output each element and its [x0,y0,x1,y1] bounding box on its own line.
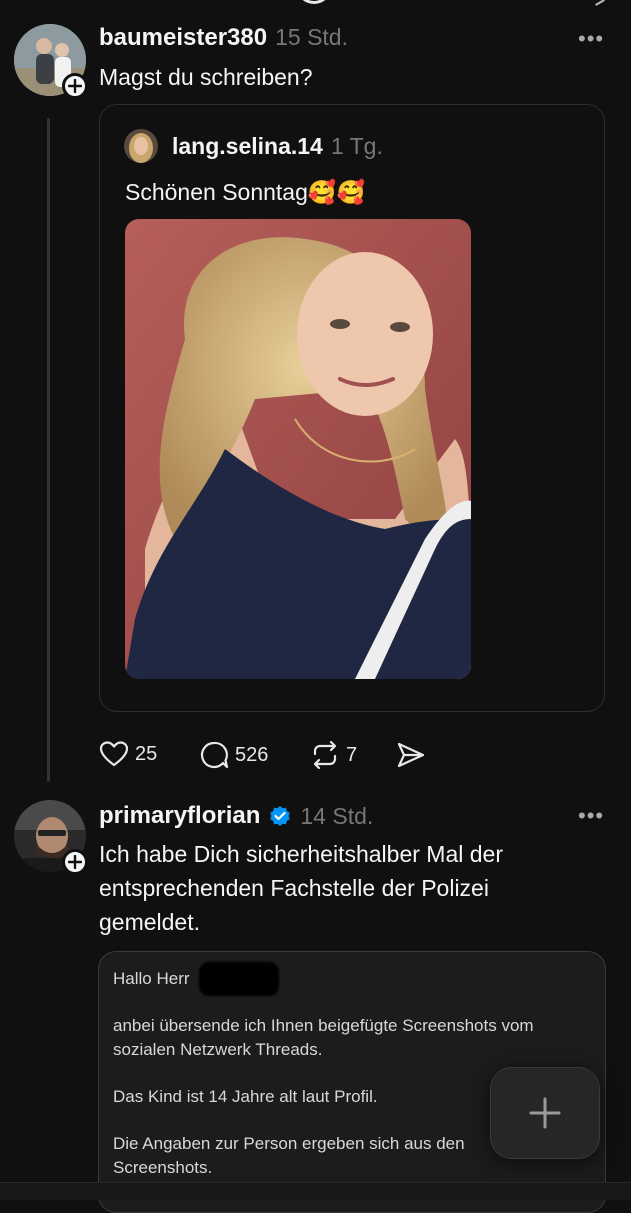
post-text: Magst du schreiben? [99,64,313,90]
timestamp: 14 Std. [300,802,374,829]
quoted-timestamp: 1 Tg. [330,133,383,159]
quoted-text: Schönen Sonntag🥰🥰 [125,179,366,205]
top-right-partial-mark [591,0,605,6]
quoted-photo[interactable] [125,219,471,679]
compose-button[interactable] [490,1067,600,1159]
quoted-avatar[interactable] [124,129,158,163]
post-text-line: gemeldet. [99,909,201,935]
more-options-button[interactable]: ••• [578,26,604,52]
post-header: baumeister380 15 Std. [99,24,348,52]
verified-badge-icon [270,806,291,826]
follow-plus-button[interactable] [62,849,88,875]
send-icon [397,742,425,768]
email-paragraph: Die Angaben zur Person ergeben sich aus … [113,1132,465,1180]
timestamp: 15 Std. [275,24,348,50]
post-text-line: entsprechenden Fachstelle der Polizei [99,875,489,901]
thread-line [47,118,50,782]
repost-button[interactable]: 7 [310,740,357,770]
plus-icon [529,1097,561,1129]
more-options-button[interactable]: ••• [578,803,604,829]
comment-icon [200,741,229,769]
like-count: 25 [135,742,158,765]
email-line: Screenshots. [113,1158,213,1177]
email-paragraph: Das Kind ist 14 Jahre alt laut Profil. [113,1087,378,1106]
heart-icon [99,741,129,767]
quoted-post[interactable]: lang.selina.14 1 Tg. Schönen Sonntag🥰🥰 [99,104,605,712]
repost-icon [313,740,337,770]
redaction-block [199,962,279,996]
quoted-header: lang.selina.14 1 Tg. [172,133,383,160]
plus-icon [68,855,82,869]
email-line: anbei übersende ich Ihnen beigefügte Scr… [113,1016,534,1035]
post-header: primaryflorian 14 Std. [99,802,373,830]
reply-count: 526 [235,743,269,766]
repost-count: 7 [346,743,358,766]
quoted-avatar-photo [124,129,158,163]
bottom-bar [0,1182,631,1200]
email-paragraph: anbei übersende ich Ihnen beigefügte Scr… [113,1014,534,1062]
share-button[interactable] [396,740,426,770]
follow-plus-button[interactable] [62,73,88,99]
email-greeting: Hallo Herr [113,969,190,988]
username[interactable]: primaryflorian [99,802,260,830]
email-line: Die Angaben zur Person ergeben sich aus … [113,1134,465,1153]
email-line: sozialen Netzwerk Threads. [113,1040,323,1059]
top-partial-indicator [296,0,332,4]
post-text-line: Ich habe Dich sicherheitshalber Mal der [99,841,503,867]
like-button[interactable]: 25 [99,740,157,768]
quoted-username[interactable]: lang.selina.14 [172,133,323,160]
reply-button[interactable]: 526 [199,740,268,770]
post-text: Ich habe Dich sicherheitshalber Mal der … [99,837,609,939]
selfie-image [125,219,471,679]
plus-icon [68,79,82,93]
username[interactable]: baumeister380 [99,24,267,52]
